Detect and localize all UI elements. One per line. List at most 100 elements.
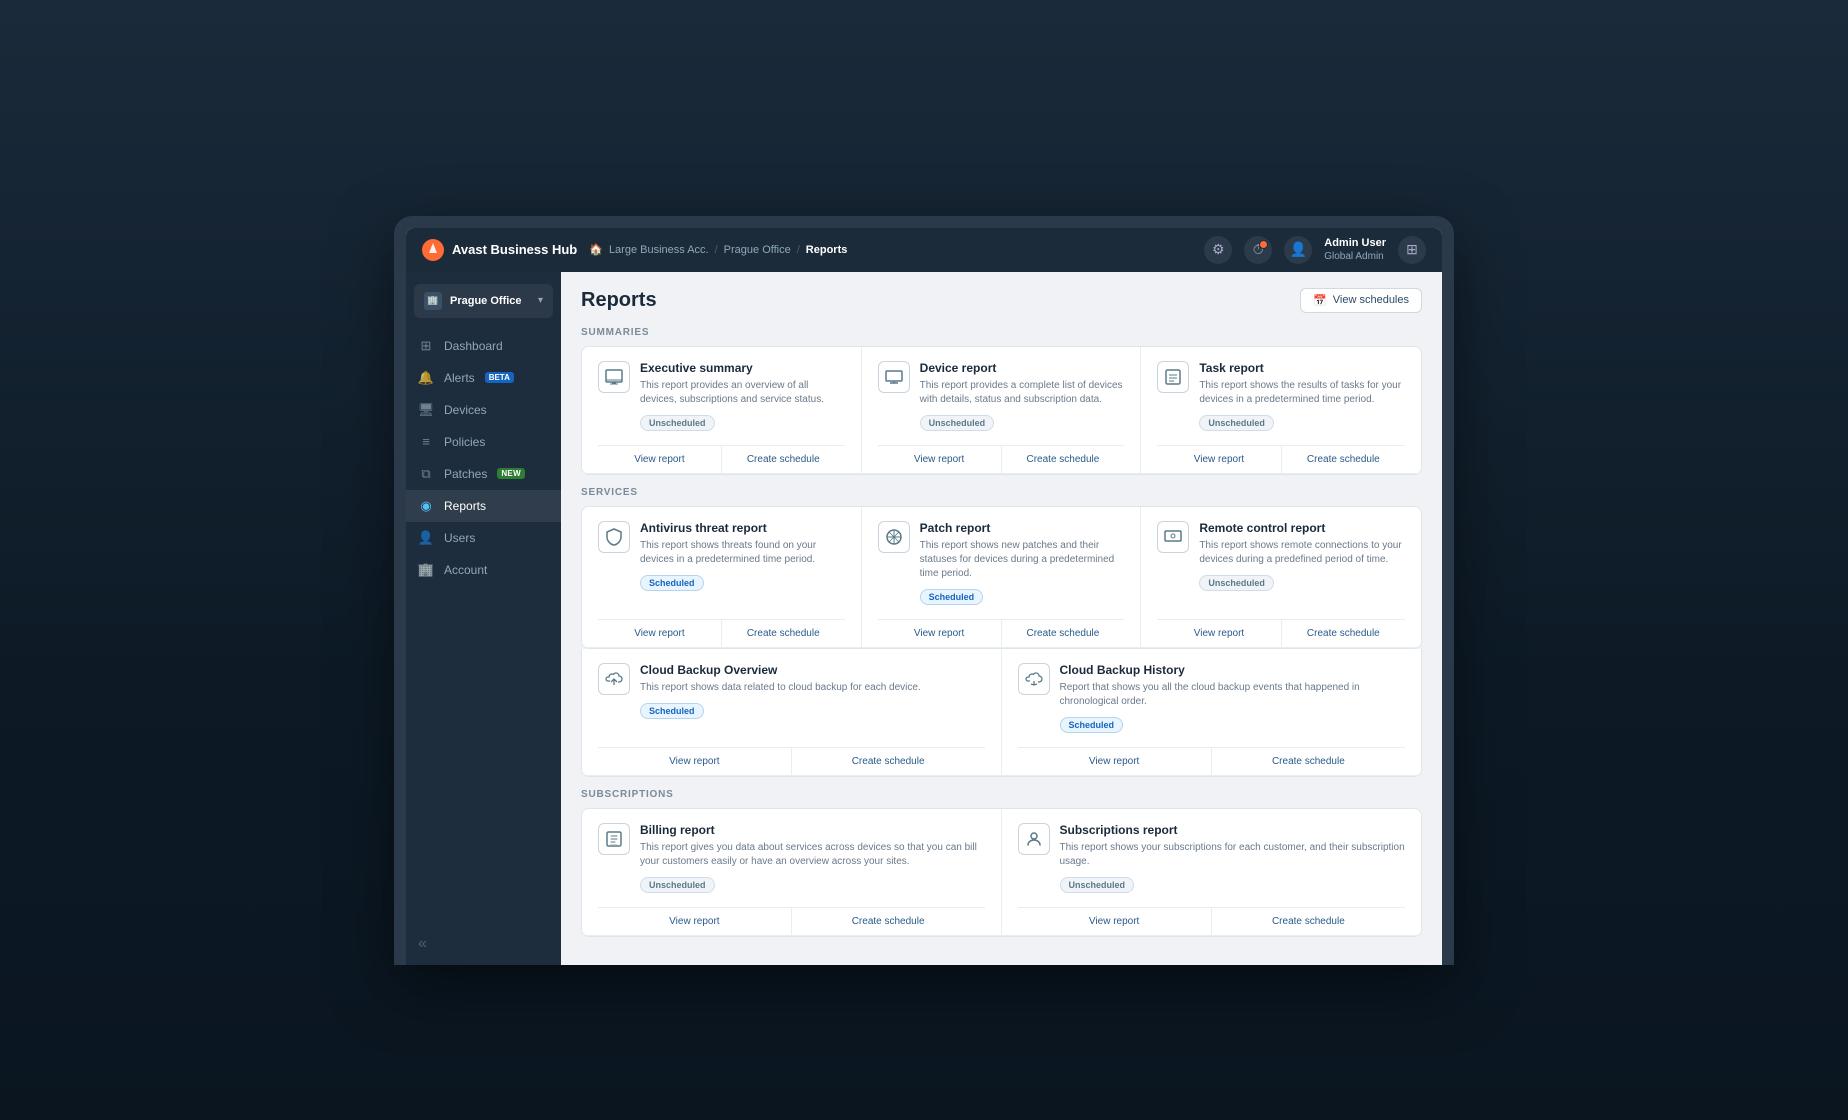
cloud-backup-history-icon <box>1018 663 1050 695</box>
subscriptions-grid: Billing report This report gives you dat… <box>581 808 1422 937</box>
patch-report-desc: This report shows new patches and their … <box>920 539 1125 581</box>
report-card-info: Billing report This report gives you dat… <box>640 823 985 901</box>
report-card-cloud-backup-overview: Cloud Backup Overview This report shows … <box>582 649 1002 776</box>
remote-control-desc: This report shows remote connections to … <box>1199 539 1405 567</box>
cloud-backup-history-schedule-btn[interactable]: Create schedule <box>1212 748 1405 775</box>
sidebar-collapse-button[interactable]: « <box>406 923 561 965</box>
antivirus-threat-icon <box>598 521 630 553</box>
subscriptions-report-schedule-btn[interactable]: Create schedule <box>1212 908 1405 935</box>
user-name-block: Admin User Global Admin <box>1324 236 1386 263</box>
sidebar-org-selector[interactable]: 🏢 Prague Office ▾ <box>414 284 553 318</box>
antivirus-threat-desc: This report shows threats found on your … <box>640 539 845 567</box>
remote-control-status: Unscheduled <box>1199 575 1274 591</box>
report-card-antivirus-threat: Antivirus threat report This report show… <box>582 507 862 648</box>
calendar-icon: 📅 <box>1313 294 1327 307</box>
cloud-backup-history-name: Cloud Backup History <box>1060 663 1406 677</box>
sidebar: 🏢 Prague Office ▾ ⊞ Dashboard 🔔 Alerts B… <box>406 272 561 965</box>
org-icon: 🏢 <box>424 292 442 310</box>
settings-icon[interactable]: ⚙ <box>1204 236 1232 264</box>
sidebar-item-dashboard-label: Dashboard <box>444 339 503 353</box>
antivirus-threat-status: Scheduled <box>640 575 704 591</box>
sidebar-item-alerts-label: Alerts <box>444 371 475 385</box>
task-report-icon <box>1157 361 1189 393</box>
sidebar-item-patches[interactable]: ⧉ Patches NEW <box>406 458 561 490</box>
task-report-view-btn[interactable]: View report <box>1157 446 1281 473</box>
report-card-top: Cloud Backup Overview This report shows … <box>598 663 985 727</box>
device-report-actions: View report Create schedule <box>878 445 1125 473</box>
cloud-backup-overview-view-btn[interactable]: View report <box>598 748 792 775</box>
page-title: Reports <box>581 289 657 312</box>
devices-icon: 🖥 <box>418 402 434 418</box>
patch-report-actions: View report Create schedule <box>878 619 1125 647</box>
main-layout: 🏢 Prague Office ▾ ⊞ Dashboard 🔔 Alerts B… <box>406 272 1442 965</box>
remote-control-name: Remote control report <box>1199 521 1405 535</box>
sidebar-item-dashboard[interactable]: ⊞ Dashboard <box>406 330 561 362</box>
breadcrumb-sep2: / <box>797 244 800 256</box>
breadcrumb: 🏠 Large Business Acc. / Prague Office / … <box>589 243 1192 256</box>
patch-report-schedule-btn[interactable]: Create schedule <box>1002 620 1125 647</box>
sidebar-item-users[interactable]: 👤 Users <box>406 522 561 554</box>
cloud-backup-overview-schedule-btn[interactable]: Create schedule <box>792 748 985 775</box>
report-card-info: Executive summary This report provides a… <box>640 361 845 439</box>
task-report-status: Unscheduled <box>1199 415 1274 431</box>
summaries-section-label: SUMMARIES <box>581 327 1422 338</box>
breadcrumb-org-parent: Large Business Acc. <box>609 244 709 256</box>
billing-report-icon <box>598 823 630 855</box>
report-card-subscriptions-report: Subscriptions report This report shows y… <box>1002 809 1422 936</box>
app-name: Avast Business Hub <box>452 242 577 257</box>
report-card-info: Antivirus threat report This report show… <box>640 521 845 599</box>
subscriptions-report-view-btn[interactable]: View report <box>1018 908 1212 935</box>
device-report-schedule-btn[interactable]: Create schedule <box>1002 446 1125 473</box>
sidebar-item-devices[interactable]: 🖥 Devices <box>406 394 561 426</box>
content-area: Reports 📅 View schedules SUMMARIES <box>561 272 1442 965</box>
billing-report-schedule-btn[interactable]: Create schedule <box>792 908 985 935</box>
remote-control-view-btn[interactable]: View report <box>1157 620 1281 647</box>
billing-report-view-btn[interactable]: View report <box>598 908 792 935</box>
subscriptions-report-name: Subscriptions report <box>1060 823 1406 837</box>
executive-summary-view-btn[interactable]: View report <box>598 446 722 473</box>
antivirus-threat-view-btn[interactable]: View report <box>598 620 722 647</box>
cloud-backup-history-desc: Report that shows you all the cloud back… <box>1060 681 1406 709</box>
services-section-label: SERVICES <box>581 487 1422 498</box>
report-card-cloud-backup-history: Cloud Backup History Report that shows y… <box>1002 649 1422 776</box>
device-report-name: Device report <box>920 361 1125 375</box>
sidebar-item-alerts[interactable]: 🔔 Alerts BETA <box>406 362 561 394</box>
device-report-icon <box>878 361 910 393</box>
report-card-info: Cloud Backup History Report that shows y… <box>1060 663 1406 741</box>
report-card-top: Antivirus threat report This report show… <box>598 521 845 599</box>
report-card-executive-summary: Executive summary This report provides a… <box>582 347 862 474</box>
billing-report-status: Unscheduled <box>640 877 715 893</box>
view-schedules-button[interactable]: 📅 View schedules <box>1300 288 1422 313</box>
executive-summary-desc: This report provides an overview of all … <box>640 379 845 407</box>
executive-summary-name: Executive summary <box>640 361 845 375</box>
patch-report-view-btn[interactable]: View report <box>878 620 1002 647</box>
report-card-top: Device report This report provides a com… <box>878 361 1125 439</box>
alerts-beta-badge: BETA <box>485 372 514 383</box>
breadcrumb-sep1: / <box>715 244 718 256</box>
cloud-backup-history-view-btn[interactable]: View report <box>1018 748 1212 775</box>
report-card-info: Cloud Backup Overview This report shows … <box>640 663 985 727</box>
patch-report-status: Scheduled <box>920 589 984 605</box>
task-report-schedule-btn[interactable]: Create schedule <box>1282 446 1405 473</box>
device-report-view-btn[interactable]: View report <box>878 446 1002 473</box>
sidebar-item-account[interactable]: 🏢 Account <box>406 554 561 586</box>
executive-summary-schedule-btn[interactable]: Create schedule <box>722 446 845 473</box>
billing-report-actions: View report Create schedule <box>598 907 985 935</box>
sidebar-item-users-label: Users <box>444 531 475 545</box>
antivirus-threat-schedule-btn[interactable]: Create schedule <box>722 620 845 647</box>
sidebar-item-policies[interactable]: ≡ Policies <box>406 426 561 458</box>
sidebar-item-devices-label: Devices <box>444 403 487 417</box>
user-icon[interactable]: 👤 <box>1284 236 1312 264</box>
report-card-top: Remote control report This report shows … <box>1157 521 1405 599</box>
top-bar-right: ⚙ ⏱ 👤 Admin User Global Admin ⊞ <box>1204 236 1426 264</box>
breadcrumb-org: Prague Office <box>724 244 791 256</box>
cloud-backup-overview-name: Cloud Backup Overview <box>640 663 985 677</box>
remote-control-schedule-btn[interactable]: Create schedule <box>1282 620 1405 647</box>
grid-icon[interactable]: ⊞ <box>1398 236 1426 264</box>
cloud-backup-overview-desc: This report shows data related to cloud … <box>640 681 985 695</box>
subscriptions-report-actions: View report Create schedule <box>1018 907 1406 935</box>
notifications-icon[interactable]: ⏱ <box>1244 236 1272 264</box>
sidebar-item-reports[interactable]: ◉ Reports <box>406 490 561 522</box>
patches-icon: ⧉ <box>418 466 434 482</box>
user-role: Global Admin <box>1324 250 1386 263</box>
